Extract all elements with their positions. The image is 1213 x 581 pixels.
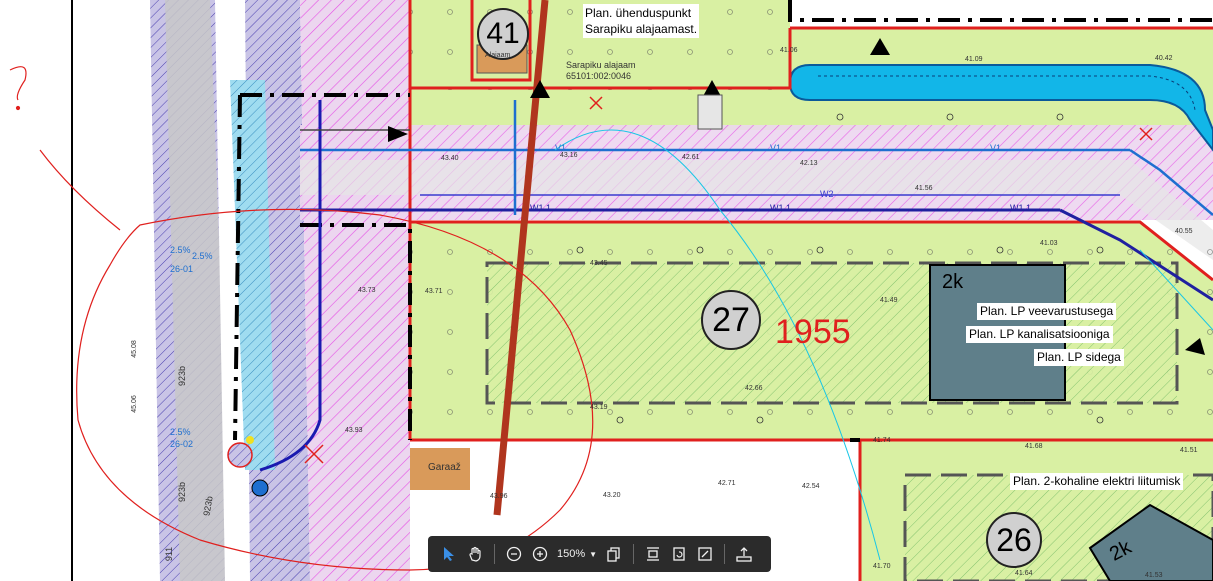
- hand-icon[interactable]: [462, 541, 488, 567]
- rotate-icon[interactable]: [666, 541, 692, 567]
- slope-label-4: 26-02: [170, 439, 194, 449]
- elev-2: 41.09: [965, 56, 983, 63]
- elev-11: 43.45: [590, 260, 608, 267]
- substation-label: Sarapiku alajaam: [566, 60, 636, 70]
- building-label-top: 2k: [942, 271, 964, 293]
- callout-sewer: Plan. LP kanalisatsiooniga: [966, 326, 1113, 343]
- elev-18: 41.68: [1025, 443, 1043, 450]
- elev-10: 40.55: [1175, 228, 1193, 235]
- elev-12: 41.49: [880, 297, 898, 304]
- zoom-in-icon[interactable]: [527, 541, 553, 567]
- callout-connection-point: Plan. ühenduspunkt Sarapiku alajaamast.: [583, 4, 700, 38]
- sewer-code-1: W1.1: [530, 203, 552, 213]
- slope-label-1: 2.5%: [170, 245, 191, 255]
- elev-23: 43.96: [490, 493, 508, 500]
- year-label: 1955: [775, 313, 851, 351]
- fullscreen-icon[interactable]: [692, 541, 718, 567]
- water-code-2: V1: [770, 143, 782, 153]
- sewer2-code: W2: [820, 189, 834, 199]
- elev-25: 41.64: [1015, 570, 1033, 577]
- elev-16: 43.73: [358, 287, 376, 294]
- elev-24: 41.70: [873, 563, 891, 570]
- water-code-1: V1: [555, 143, 567, 153]
- elev-13: 42.66: [745, 385, 763, 392]
- viewer-toolbar: 150% ▼: [428, 536, 771, 572]
- elev-20: 42.71: [718, 480, 736, 487]
- sewer-code-2: W1.1: [770, 203, 792, 213]
- fit-page-icon[interactable]: [640, 541, 666, 567]
- cadastre-label: 65101:002:0046: [566, 71, 632, 81]
- zoom-out-icon[interactable]: [501, 541, 527, 567]
- sewer-code-3: W1.1: [1010, 203, 1032, 213]
- elev-15: 43.71: [425, 288, 443, 295]
- pointer-icon[interactable]: [436, 541, 462, 567]
- elev-22: 43.20: [603, 492, 621, 499]
- export-icon[interactable]: [731, 541, 757, 567]
- elev-6: 42.61: [682, 154, 700, 161]
- elev-5: 43.16: [560, 152, 578, 159]
- callout-water-supply: Plan. LP veevarustusega: [977, 303, 1117, 320]
- elev-7: 42.13: [800, 160, 818, 167]
- elev-14: 43.19: [590, 404, 608, 411]
- elev-26: 41.53: [1145, 572, 1163, 579]
- elev-3: 40.42: [1155, 55, 1173, 62]
- elev-21: 42.54: [802, 483, 820, 490]
- road-code-4: 911: [164, 546, 175, 562]
- elev-27: 45.06: [130, 395, 138, 413]
- chevron-down-icon: ▼: [589, 549, 598, 559]
- slope-label-5: 26-01: [170, 264, 194, 274]
- elev-4: 43.40: [441, 155, 459, 162]
- garage-label: Garaaž: [428, 462, 461, 473]
- elev-28: 45.08: [130, 340, 138, 358]
- slope-label-2: 2.5%: [192, 251, 213, 261]
- zoom-level-dropdown[interactable]: 150% ▼: [553, 548, 601, 560]
- road-code-2: 923b: [177, 481, 188, 503]
- plot-number-26: 26: [986, 512, 1042, 568]
- elev-19: 41.51: [1180, 447, 1198, 454]
- callout-communications: Plan. LP sidega: [1034, 349, 1124, 366]
- plot-number-27: 27: [701, 290, 761, 350]
- elev-17: 41.74: [873, 437, 891, 444]
- map-viewer[interactable]: 41 27 26 1955 2k 2k Plan. ühenduspunkt S…: [0, 0, 1213, 581]
- copy-pages-icon[interactable]: [601, 541, 627, 567]
- water-code-3: V1: [990, 143, 1002, 153]
- elev-8: 41.56: [915, 185, 933, 192]
- substation-box-label: Alajaam: [485, 52, 511, 59]
- elev-1: 41.06: [780, 47, 798, 54]
- utility-corridor-hatch: [300, 0, 410, 581]
- road-code-1: 923b: [177, 365, 188, 387]
- zoom-level-value: 150%: [557, 548, 586, 560]
- slope-label-3: 2.5%: [170, 427, 191, 437]
- elev-29: 43.93: [345, 427, 363, 434]
- elev-9: 41.03: [1040, 240, 1058, 247]
- callout-electric-connection: Plan. 2-kohaline elektri liitumisk: [1010, 473, 1184, 490]
